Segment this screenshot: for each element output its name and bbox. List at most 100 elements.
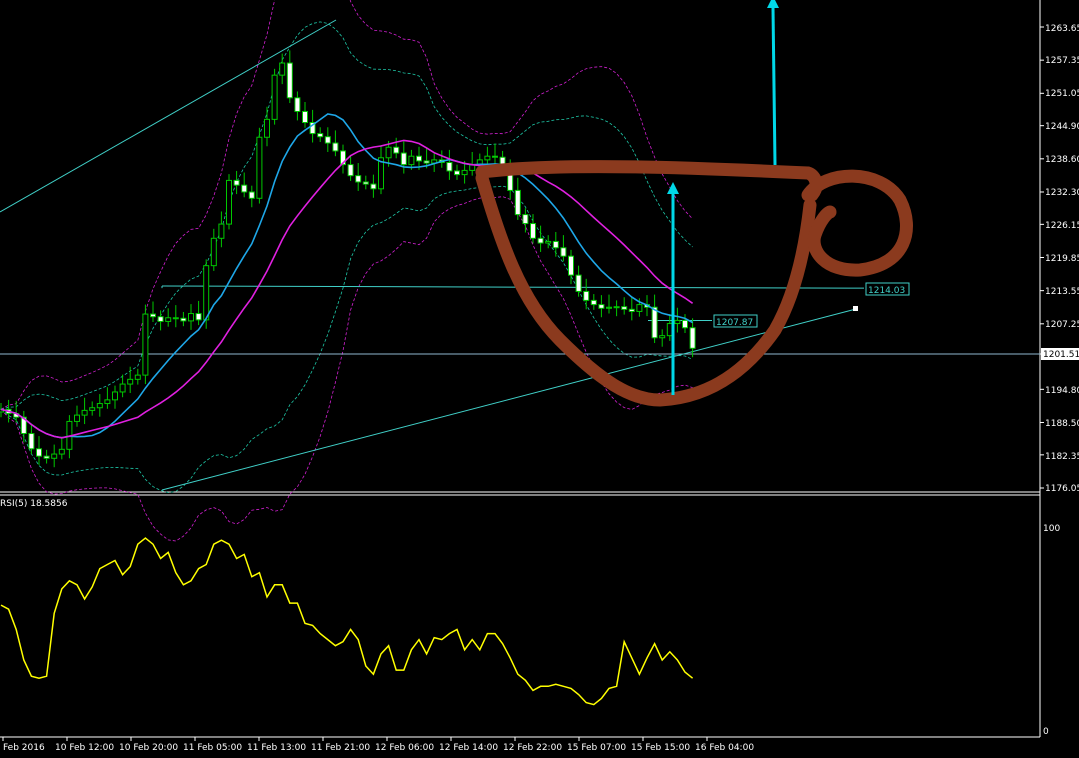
time-tick: 10 Feb 20:00	[119, 743, 178, 753]
candle-body	[370, 183, 377, 190]
time-tick: 10 Feb 12:00	[55, 743, 114, 753]
candle-body	[393, 146, 400, 154]
chart-background	[0, 0, 1079, 758]
candle-body	[385, 146, 392, 159]
candle-body	[400, 152, 407, 166]
candle-body	[484, 155, 491, 161]
candle-body	[590, 299, 597, 306]
candle-body	[416, 155, 422, 162]
candle-body	[560, 247, 567, 257]
time-tick: 11 Feb 21:00	[311, 743, 370, 753]
candle-body	[172, 317, 179, 320]
level-label-upper: 1214.03	[868, 286, 905, 296]
candle-body	[210, 237, 217, 267]
price-tick: 1251.05	[1045, 89, 1079, 99]
candle-body	[36, 448, 42, 457]
time-tick: 11 Feb 13:00	[247, 743, 306, 753]
candle-body	[454, 170, 460, 176]
candle-body	[188, 313, 194, 322]
price-tick: 1263.65	[1045, 24, 1079, 34]
price-tick: 1244.90	[1045, 122, 1079, 132]
candle-body	[286, 62, 293, 99]
candle-body	[127, 378, 134, 385]
candle-body	[598, 304, 605, 309]
candle-body	[514, 189, 521, 216]
candle-body	[446, 162, 453, 172]
price-tick: 1232.30	[1045, 188, 1079, 198]
candle-body	[150, 313, 156, 318]
candle-body	[674, 319, 681, 325]
candle-body	[568, 255, 574, 276]
time-tick: 12 Feb 22:00	[503, 743, 562, 753]
price-tick: 1182.35	[1045, 452, 1079, 462]
price-tick: 1238.60	[1045, 155, 1079, 165]
candle-body	[264, 118, 270, 138]
time-tick: 15 Feb 15:00	[631, 743, 690, 753]
candle-body	[530, 223, 536, 239]
candle-body	[294, 97, 301, 112]
candle-body	[233, 179, 240, 186]
candle-body	[583, 290, 590, 301]
candle-body	[621, 306, 628, 310]
price-tick: 1188.50	[1045, 419, 1079, 429]
price-tick: 1207.25	[1045, 320, 1079, 330]
candle-body	[89, 407, 96, 411]
candle-body	[180, 317, 187, 322]
candle-body	[636, 304, 643, 312]
candle-body	[43, 455, 50, 459]
candle-body	[659, 335, 666, 339]
breakout-arrow-shaft	[771, 7, 777, 166]
rsi-tick-0: 0	[1043, 727, 1049, 737]
candle-body	[492, 155, 498, 158]
candle-body	[689, 327, 696, 349]
candle-body	[157, 316, 164, 322]
price-tick: 1226.15	[1045, 221, 1079, 231]
candle-body	[165, 317, 172, 322]
candle-body	[203, 265, 210, 321]
candle-body	[628, 308, 635, 312]
time-tick: 16 Feb 04:00	[695, 743, 754, 753]
time-tick: 15 Feb 07:00	[567, 743, 626, 753]
time-tick: Feb 2016	[3, 743, 45, 753]
candle-body	[362, 181, 369, 185]
candle-body	[347, 164, 354, 177]
price-tick: 1213.55	[1045, 287, 1079, 297]
candle-body	[241, 184, 248, 193]
candle-body	[355, 175, 362, 183]
candle-body	[51, 453, 58, 459]
candle-body	[332, 142, 339, 152]
candle-body	[552, 240, 559, 249]
level-label-mid: 1207.87	[716, 318, 753, 328]
candle-body	[537, 237, 544, 244]
candle-body	[651, 306, 658, 339]
candle-body	[522, 214, 529, 225]
trading-chart[interactable]: 1263.65 1257.35 1251.05 1244.90 1238.60 …	[0, 0, 1079, 758]
candle-body	[104, 399, 111, 405]
candle-body	[606, 306, 612, 309]
price-tick: 1194.80	[1045, 386, 1079, 396]
candle-body	[142, 313, 149, 376]
candle-body	[545, 240, 552, 244]
candle-body	[74, 414, 80, 422]
candle-body	[271, 74, 278, 120]
candle-body	[81, 409, 88, 416]
candle-body	[461, 169, 468, 176]
candle-body	[226, 179, 232, 225]
current-price-label: 1201.51	[1043, 350, 1079, 360]
candle-body	[324, 136, 331, 144]
time-tick: 11 Feb 05:00	[183, 743, 242, 753]
candle-body	[248, 191, 255, 199]
candle-body	[119, 383, 126, 393]
candle-body	[682, 319, 688, 329]
candle-body	[58, 448, 65, 455]
candle-body	[256, 136, 263, 199]
candle-body	[134, 374, 141, 380]
time-tick: 12 Feb 06:00	[375, 743, 434, 753]
trendline-anchor	[853, 306, 858, 311]
candle-body	[195, 313, 202, 321]
candle-body	[408, 155, 415, 166]
price-tick: 1219.85	[1045, 254, 1079, 264]
candle-body	[317, 133, 324, 138]
rsi-title: RSI(5) 18.5856	[0, 499, 68, 509]
candle-body	[28, 433, 35, 450]
